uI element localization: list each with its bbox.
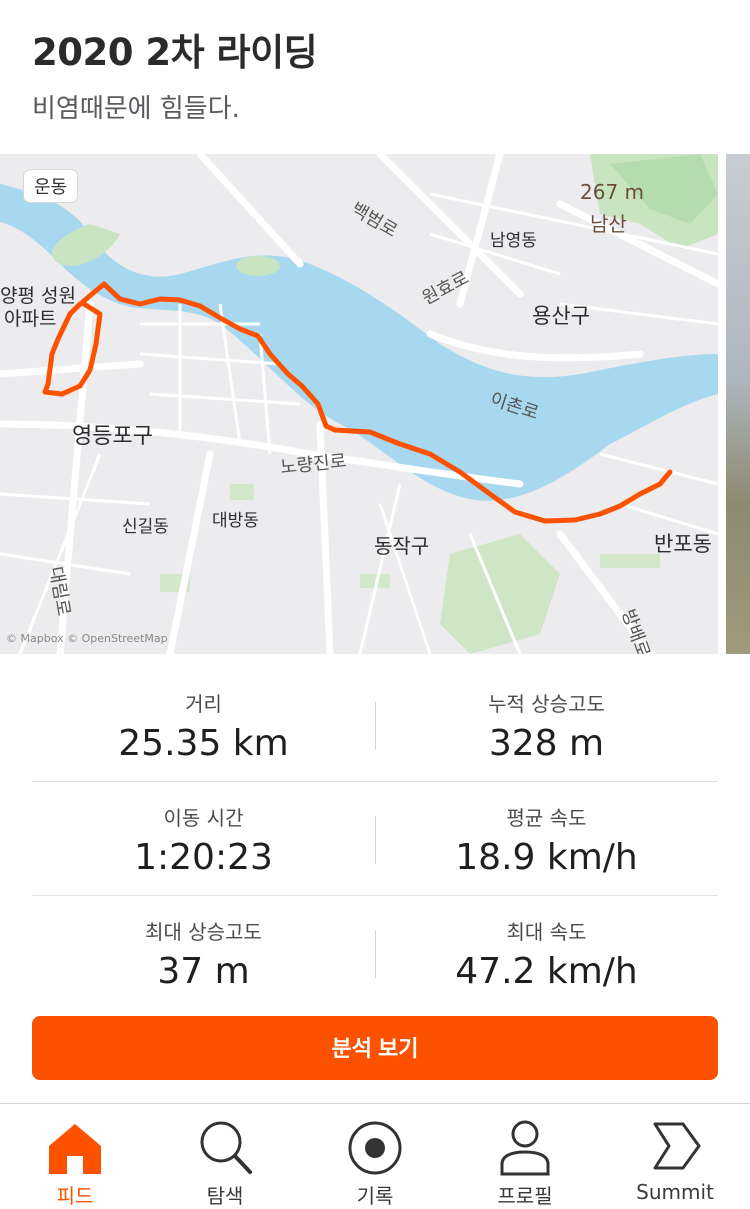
map-label-mountain-elev: 267 m <box>580 180 645 204</box>
map-label-apt2: 아파트 <box>4 308 57 330</box>
stats-grid: 거리 25.35 km 누적 상승고도 328 m 이동 시간 1:20:23 … <box>32 668 718 1009</box>
map-label-singil: 신길동 <box>122 517 169 537</box>
stat-label: 최대 속도 <box>506 920 587 944</box>
map-label-yeongdeungpo: 영등포구 <box>72 424 153 449</box>
stat-value: 37 m <box>157 951 250 992</box>
route-map[interactable]: 양평 성원 아파트 영등포구 용산구 동작구 남영동 신길동 대방동 반포동 2… <box>0 154 718 654</box>
map-label-mountain-name: 남산 <box>590 212 627 236</box>
search-icon <box>200 1121 252 1174</box>
map-label-yongsan: 용산구 <box>532 304 590 328</box>
tab-label: 프로필 <box>497 1184 553 1208</box>
stats-row: 최대 상승고도 37 m 최대 속도 47.2 km/h <box>32 896 718 1009</box>
stat-label: 거리 <box>185 692 222 716</box>
activity-title: 2020 2차 라이딩 <box>32 31 318 74</box>
stat-label: 누적 상승고도 <box>488 692 605 716</box>
tab-label: 탐색 <box>206 1184 244 1208</box>
stat-value: 1:20:23 <box>134 837 273 878</box>
activity-description: 비염때문에 힘들다. <box>32 94 240 124</box>
tab-record[interactable]: 기록 <box>300 1104 450 1208</box>
map-label-namyeong: 남영동 <box>490 231 537 251</box>
stat-max-elevation: 최대 상승고도 37 m <box>32 896 375 992</box>
stat-elevation-gain: 누적 상승고도 328 m <box>375 668 718 764</box>
stat-label: 평균 속도 <box>506 806 587 830</box>
stat-value: 47.2 km/h <box>455 951 638 992</box>
stat-label: 최대 상승고도 <box>145 920 262 944</box>
next-photo-peek[interactable] <box>726 154 750 654</box>
tab-profile[interactable]: 프로필 <box>450 1104 600 1208</box>
stats-row: 거리 25.35 km 누적 상승고도 328 m <box>32 668 718 782</box>
bottom-tab-bar: 피드 탐색 기록 프로필 Summit <box>0 1103 750 1208</box>
stat-moving-time: 이동 시간 1:20:23 <box>32 782 375 878</box>
tab-feed[interactable]: 피드 <box>0 1104 150 1208</box>
stat-avg-speed: 평균 속도 18.9 km/h <box>375 782 718 878</box>
tab-label: 기록 <box>356 1184 394 1208</box>
sport-type-tag: 운동 <box>24 170 78 202</box>
map-label-daebang: 대방동 <box>212 511 259 531</box>
stat-value: 18.9 km/h <box>455 837 638 878</box>
stat-value: 328 m <box>488 723 605 764</box>
profile-icon <box>500 1120 550 1176</box>
tab-explore[interactable]: 탐색 <box>150 1104 300 1208</box>
stat-label: 이동 시간 <box>163 806 244 830</box>
tab-label: 피드 <box>56 1184 94 1208</box>
map-attribution[interactable]: © Mapbox © OpenStreetMap <box>6 632 168 645</box>
stat-max-speed: 최대 속도 47.2 km/h <box>375 896 718 992</box>
home-icon <box>49 1124 101 1174</box>
tab-label: Summit <box>636 1180 714 1204</box>
record-icon <box>348 1121 402 1175</box>
stats-row: 이동 시간 1:20:23 평균 속도 18.9 km/h <box>32 782 718 896</box>
view-analysis-button[interactable]: 분석 보기 <box>32 1016 718 1080</box>
summit-icon <box>653 1122 701 1170</box>
stat-value: 25.35 km <box>118 723 289 764</box>
tab-summit[interactable]: Summit <box>600 1104 750 1207</box>
stat-distance: 거리 25.35 km <box>32 668 375 764</box>
map-label-dongjak: 동작구 <box>374 534 430 558</box>
map-label-banpo: 반포동 <box>654 532 712 556</box>
